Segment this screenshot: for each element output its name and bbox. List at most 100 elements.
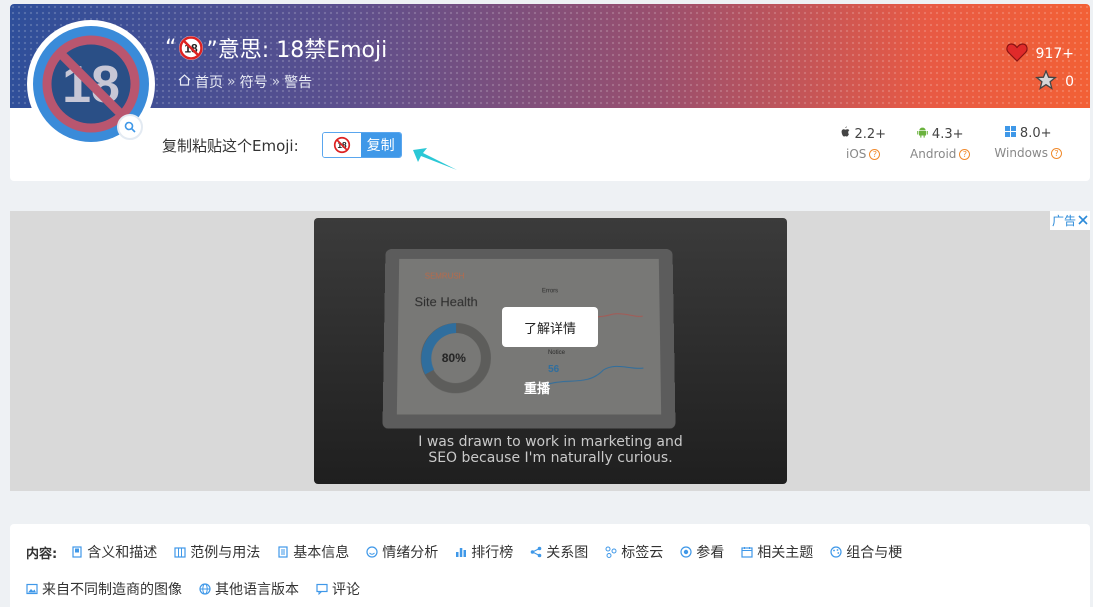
content-nav-row: 来自不同制造商的图像 其他语言版本 评论 [26, 579, 377, 599]
zoom-icon[interactable] [117, 114, 143, 140]
content-nav: 内容: 含义和描述 范例与用法 基本信息 情绪分析 排行榜 关系图 标签云 参看… [10, 524, 1090, 607]
nav-examples[interactable]: 范例与用法 [174, 542, 260, 562]
platform-android[interactable]: 4.3+ Android? [910, 126, 971, 161]
nav-item-label: 其他语言版本 [215, 582, 299, 598]
nav-item-label: 含义和描述 [87, 545, 158, 561]
nav-other-languages[interactable]: 其他语言版本 [199, 579, 299, 599]
screen-brand: SEMRUSH [425, 272, 465, 281]
home-icon [178, 74, 191, 90]
help-icon[interactable]: ? [959, 148, 971, 160]
emoji-header-card: 18 “ 18 ”意思: 18禁Emoji 首页 » 符号 » 警告 917+ [10, 4, 1090, 181]
globe-icon [199, 583, 211, 595]
learn-more-button[interactable]: 了解详情 [502, 307, 598, 347]
apple-icon [840, 126, 850, 142]
nav-item-label: 参看 [696, 545, 725, 561]
nav-item-label: 标签云 [621, 545, 664, 561]
screen-title: Site Health [414, 294, 477, 309]
breadcrumb-warning[interactable]: 警告 [284, 72, 312, 92]
nav-tag-cloud[interactable]: 标签云 [605, 542, 663, 562]
page-title: “ 18 ”意思: 18禁Emoji [165, 32, 387, 64]
emoji-stats: 917+ 0 [1005, 40, 1074, 96]
like-stat[interactable]: 917+ [1005, 40, 1074, 68]
pointer-arrow-icon [413, 148, 457, 170]
no-under-18-emoji-icon[interactable]: 18 [322, 133, 361, 157]
advertisement: 广告 SEMRUSH Site Health 80% Errors Notice… [10, 211, 1090, 491]
nav-sentiment[interactable]: 情绪分析 [366, 542, 438, 562]
palette-icon [830, 546, 842, 558]
smile-icon [366, 546, 378, 558]
content-nav-row: 内容: 含义和描述 范例与用法 基本信息 情绪分析 排行榜 关系图 标签云 参看… [26, 542, 919, 562]
nav-item-label: 排行榜 [471, 545, 514, 561]
platform-support: 2.2+ iOS? 4.3+ Android? 8.0+ Windows? [840, 126, 1062, 161]
ios-name: iOS [846, 147, 867, 161]
comment-icon [316, 583, 328, 595]
copy-row: 复制粘贴这个Emoji: 18 复制 [162, 132, 402, 158]
content-nav-label: 内容: [26, 546, 58, 562]
nav-item-label: 情绪分析 [382, 545, 439, 561]
nav-meaning[interactable]: 含义和描述 [71, 542, 157, 562]
breadcrumb-separator: » [271, 74, 281, 90]
platform-ios[interactable]: 2.2+ iOS? [840, 126, 886, 161]
breadcrumb-home[interactable]: 首页 [195, 72, 223, 92]
ad-badge[interactable]: 广告 [1049, 211, 1090, 230]
nav-comments[interactable]: 评论 [316, 579, 360, 599]
close-icon[interactable] [1078, 214, 1088, 228]
ad-video[interactable]: SEMRUSH Site Health 80% Errors Notice 56… [314, 218, 787, 484]
nav-item-label: 来自不同制造商的图像 [42, 582, 182, 598]
image-icon [26, 583, 38, 595]
calendar-icon [741, 546, 753, 558]
ad-label: 广告 [1051, 214, 1076, 228]
document-icon [277, 546, 289, 558]
caption-line: I was drawn to work in marketing and [418, 434, 683, 450]
target-icon [680, 546, 692, 558]
breadcrumb-symbols[interactable]: 符号 [240, 72, 268, 92]
title-text: ”意思: 18禁Emoji [206, 38, 388, 63]
windows-name: Windows [994, 146, 1048, 160]
breadcrumb: 首页 » 符号 » 警告 [178, 72, 312, 92]
bar-chart-icon [455, 546, 467, 558]
nav-item-label: 评论 [332, 582, 360, 598]
nav-item-label: 基本信息 [293, 545, 350, 561]
help-icon[interactable]: ? [1051, 147, 1062, 159]
breadcrumb-separator: » [227, 74, 236, 90]
windows-icon [1004, 126, 1016, 141]
replay-button[interactable]: 重播 [524, 378, 550, 397]
help-icon[interactable]: ? [869, 148, 881, 160]
no-under-18-emoji-icon: 18 [178, 35, 204, 61]
video-caption: I was drawn to work in marketing and SEO… [314, 434, 787, 466]
caption-line: SEO because I'm naturally curious. [428, 450, 673, 466]
copy-box[interactable]: 18 复制 [321, 132, 402, 158]
nav-item-label: 相关主题 [757, 545, 814, 561]
android-icon [917, 126, 928, 142]
screen-errors: Errors [542, 288, 558, 294]
nav-vendor-images[interactable]: 来自不同制造商的图像 [26, 579, 182, 599]
copy-label: 复制粘贴这个Emoji: [162, 136, 299, 155]
columns-icon [174, 546, 186, 558]
nav-item-label: 范例与用法 [190, 545, 261, 561]
nav-related-topics[interactable]: 相关主题 [741, 542, 813, 562]
windows-version: 8.0+ [1019, 126, 1052, 141]
heart-icon[interactable] [1005, 42, 1028, 66]
nav-see-also[interactable]: 参看 [680, 542, 724, 562]
nav-item-label: 组合与梗 [846, 545, 903, 561]
ios-version: 2.2+ [854, 126, 887, 142]
nav-combos[interactable]: 组合与梗 [830, 542, 902, 562]
nav-ranking[interactable]: 排行榜 [455, 542, 513, 562]
platform-windows[interactable]: 8.0+ Windows? [994, 126, 1062, 161]
like-count: 917+ [1035, 46, 1074, 62]
nodes-icon [605, 546, 617, 558]
book-icon [71, 546, 83, 558]
nav-item-label: 关系图 [546, 545, 589, 561]
android-version: 4.3+ [931, 126, 964, 142]
nav-relation-graph[interactable]: 关系图 [530, 542, 588, 562]
screen-notice-value: 56 [548, 364, 560, 375]
screen-percent: 80% [442, 351, 467, 365]
copy-button[interactable]: 复制 [360, 133, 401, 157]
star-icon[interactable] [1035, 69, 1058, 94]
title-quote-open: “ [165, 35, 177, 61]
android-name: Android [910, 147, 957, 161]
screen-notice: Notice [548, 350, 566, 356]
nav-basic-info[interactable]: 基本信息 [277, 542, 349, 562]
star-stat[interactable]: 0 [1006, 68, 1074, 96]
share-icon [530, 546, 542, 558]
